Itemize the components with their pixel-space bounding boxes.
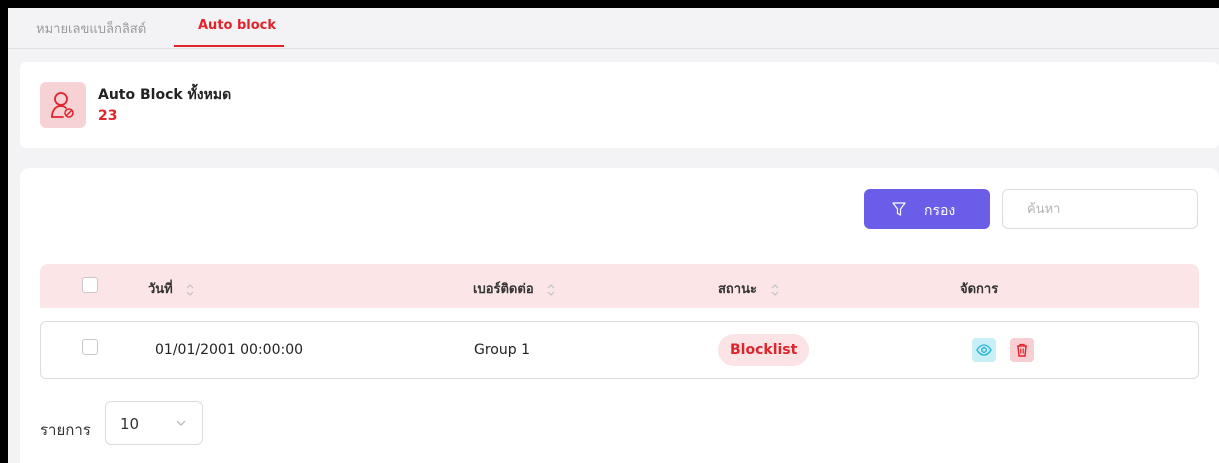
page-size-select[interactable]: 10	[105, 401, 203, 445]
user-block-icon	[40, 82, 86, 128]
eye-icon	[976, 344, 992, 356]
row-date: 01/01/2001 00:00:00	[155, 342, 304, 358]
sort-icon	[185, 282, 195, 298]
filter-label: กรอง	[924, 203, 956, 219]
trash-icon	[1017, 343, 1027, 357]
table-row: 01/01/2001 00:00:00 Group 1 Blocklist	[40, 321, 1199, 379]
sort-icon	[546, 282, 556, 298]
column-header-contact[interactable]: เบอร์ติดต่อ	[473, 278, 556, 299]
column-header-date[interactable]: วันที่	[148, 278, 195, 299]
column-header-status-label: สถานะ	[718, 282, 757, 297]
row-checkbox[interactable]	[82, 339, 98, 355]
summary-title: Auto Block ทั้งหมด	[98, 87, 232, 103]
page-size-value: 10	[120, 415, 140, 433]
summary-count: 23	[98, 108, 118, 124]
select-all-checkbox[interactable]	[82, 277, 98, 293]
column-header-contact-label: เบอร์ติดต่อ	[473, 282, 534, 297]
column-header-actions: จัดการ	[960, 282, 999, 297]
search-input[interactable]	[1002, 189, 1198, 229]
status-badge: Blocklist	[718, 334, 810, 366]
column-header-date-label: วันที่	[148, 282, 173, 297]
tab-bar: หมายเลขแบล็กลิสต์ Auto block	[8, 8, 1219, 49]
page-frame: หมายเลขแบล็กลิสต์ Auto block Auto Block …	[8, 8, 1219, 463]
table-card: กรอง วันที่ เบอร์ติดต่อ สถานะ	[20, 168, 1219, 463]
tab-auto-block[interactable]: Auto block	[198, 18, 276, 33]
column-header-status[interactable]: สถานะ	[718, 278, 780, 299]
filter-button[interactable]: กรอง	[864, 189, 990, 229]
table-header: วันที่ เบอร์ติดต่อ สถานะ จัดการ	[40, 264, 1199, 308]
filter-icon	[892, 202, 906, 216]
view-button[interactable]	[972, 338, 996, 362]
row-contact: Group 1	[474, 342, 530, 358]
page-size-label: รายการ	[40, 421, 91, 439]
summary-card: Auto Block ทั้งหมด 23	[20, 62, 1219, 148]
active-tab-indicator	[174, 45, 284, 47]
chevron-down-icon	[176, 420, 186, 426]
sort-icon	[770, 282, 780, 298]
tab-blacklist-numbers[interactable]: หมายเลขแบล็กลิสต์	[36, 18, 146, 39]
delete-button[interactable]	[1010, 338, 1034, 362]
